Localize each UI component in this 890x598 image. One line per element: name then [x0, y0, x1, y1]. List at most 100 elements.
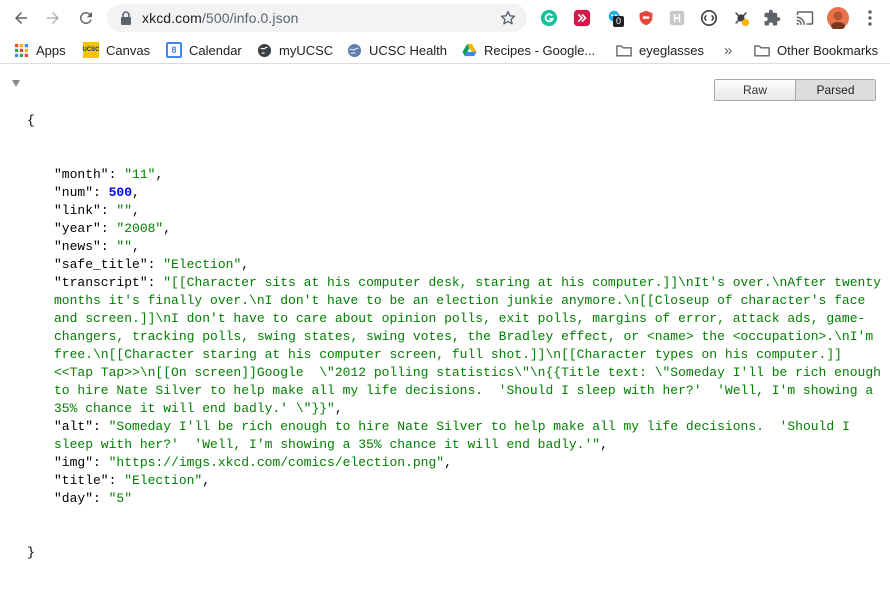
bookmark-myucsc-label: myUCSC [279, 42, 334, 58]
json-key: "num" [54, 185, 94, 200]
bookmark-other-label: Other Bookmarks [777, 42, 879, 58]
json-entry: "news": "", [54, 239, 140, 254]
json-comma: , [132, 239, 140, 254]
json-value: "Someday I'll be rich enough to hire Nat… [54, 419, 858, 452]
json-key: "link" [54, 203, 101, 218]
url-text: xkcd.com/500/info.0.json [142, 10, 299, 26]
json-comma: , [241, 257, 250, 272]
bookmark-myucsc[interactable]: myUCSC [256, 41, 333, 59]
bookmark-eyeglasses-label: eyeglasses [639, 42, 705, 58]
json-value: "2008" [116, 221, 164, 236]
globe-blue-icon [346, 42, 362, 58]
bookmark-apps-label: Apps [36, 42, 66, 58]
bookmarks-bar: Apps UCSC Canvas 8 Calendar myUCSC UCSC … [0, 36, 890, 64]
bookmark-eyeglasses[interactable]: eyeglasses [616, 41, 704, 59]
json-entries: "month": "11", "num": 500, "link": "", "yea… [27, 166, 885, 508]
globe-icon [256, 42, 272, 58]
folder-icon [616, 42, 632, 58]
json-viewer: Raw Parsed { "month": "11", "num": 500, "l… [0, 66, 890, 560]
json-entry: "safe_title": "Election", [54, 257, 250, 272]
json-comma: , [155, 167, 164, 182]
calendar-icon: 8 [166, 42, 182, 58]
json-entry: "month": "11", [54, 167, 164, 182]
json-value: "5" [108, 491, 133, 506]
json-comma: , [444, 455, 452, 470]
pocket-icon[interactable] [572, 8, 592, 28]
circle-extension-icon[interactable] [699, 8, 719, 28]
bookmark-calendar-label: Calendar [189, 42, 242, 58]
arrow-left-icon [15, 12, 27, 24]
bookmark-canvas[interactable]: UCSC Canvas [83, 41, 150, 59]
json-entry: "title": "Election", [54, 473, 211, 488]
shield-extension-icon[interactable] [636, 8, 656, 28]
profile-avatar[interactable] [827, 7, 849, 29]
collapse-toggle-icon[interactable] [12, 80, 20, 87]
reload-icon [79, 11, 92, 24]
json-comma: , [132, 203, 140, 218]
arrow-right-icon [47, 12, 59, 24]
json-value: "" [116, 239, 133, 254]
json-value: "11" [124, 167, 156, 182]
json-key: "month" [54, 167, 109, 182]
bookmark-star-icon[interactable] [499, 9, 517, 27]
json-comma: , [163, 221, 172, 236]
json-key: "safe_title" [54, 257, 148, 272]
json-value: "" [116, 203, 133, 218]
forward-button[interactable] [41, 6, 65, 30]
back-button[interactable] [9, 6, 33, 30]
json-key: "img" [54, 455, 94, 470]
hackerank-icon[interactable] [667, 8, 687, 28]
json-key: "alt" [54, 419, 94, 434]
json-comma: , [334, 401, 343, 416]
url-host: xkcd.com [142, 10, 202, 26]
extension-badge-count: 0 [613, 16, 625, 27]
reload-button[interactable] [74, 6, 98, 30]
calendar-day: 8 [171, 45, 177, 55]
menu-icon[interactable] [860, 8, 880, 28]
extension-badge-icon[interactable]: 0 [605, 8, 625, 28]
bookmark-recipes[interactable]: Recipes - Google... [461, 41, 595, 59]
json-entry: "img": "https://imgs.xkcd.com/comics/ele… [54, 455, 452, 470]
json-value: "Election" [163, 257, 242, 272]
json-entry: "alt": "Someday I'll be rich enough to h… [54, 419, 858, 452]
apps-grid-icon [13, 42, 29, 58]
bookmark-calendar[interactable]: 8 Calendar [166, 41, 242, 59]
browser-toolbar: xkcd.com/500/info.0.json 0 [0, 0, 890, 36]
json-entry: "day": "5" [54, 491, 133, 506]
json-entry: "link": "", [54, 203, 140, 218]
json-entry: "transcript": "[[Character sits at his c… [54, 275, 889, 416]
json-key: "news" [54, 239, 101, 254]
bookmark-other[interactable]: Other Bookmarks [754, 41, 878, 59]
json-value: 500 [108, 185, 133, 200]
folder-icon [754, 42, 770, 58]
puzzle-icon[interactable] [762, 8, 782, 28]
google-drive-icon [461, 42, 477, 58]
cast-icon[interactable] [795, 8, 815, 28]
grammarly-icon[interactable] [539, 8, 559, 28]
bookmark-ucsc-health[interactable]: UCSC Health [346, 41, 447, 59]
bookmark-recipes-label: Recipes - Google... [484, 42, 596, 58]
json-value: "https://imgs.xkcd.com/comics/election.p… [108, 455, 445, 470]
json-content: { "month": "11", "num": 500, "link": "", "y… [27, 76, 885, 598]
json-key: "year" [54, 221, 101, 236]
checker-extension-icon[interactable] [731, 8, 751, 28]
address-bar[interactable]: xkcd.com/500/info.0.json [107, 4, 527, 32]
json-entry: "year": "2008", [54, 221, 172, 236]
close-brace: } [27, 545, 35, 560]
ucsc-logo-icon: UCSC [82, 42, 100, 58]
json-comma: , [600, 437, 608, 452]
json-value: "[[Character sits at his computer desk, … [54, 275, 889, 416]
json-comma: , [132, 185, 140, 200]
bookmark-apps[interactable]: Apps [13, 41, 66, 59]
open-brace: { [27, 113, 35, 128]
ucsc-logo-text: UCSC [82, 47, 100, 53]
bookmark-ucsc-health-label: UCSC Health [369, 42, 448, 58]
bookmark-canvas-label: Canvas [106, 42, 151, 58]
url-path: /500/info.0.json [201, 10, 299, 26]
bookmarks-overflow-button[interactable]: » [724, 41, 732, 59]
json-entry: "num": 500, [54, 185, 140, 200]
json-key: "transcript" [54, 275, 148, 290]
json-key: "day" [54, 491, 94, 506]
lock-icon [121, 11, 131, 25]
chevron-double-right-icon: » [724, 41, 733, 59]
